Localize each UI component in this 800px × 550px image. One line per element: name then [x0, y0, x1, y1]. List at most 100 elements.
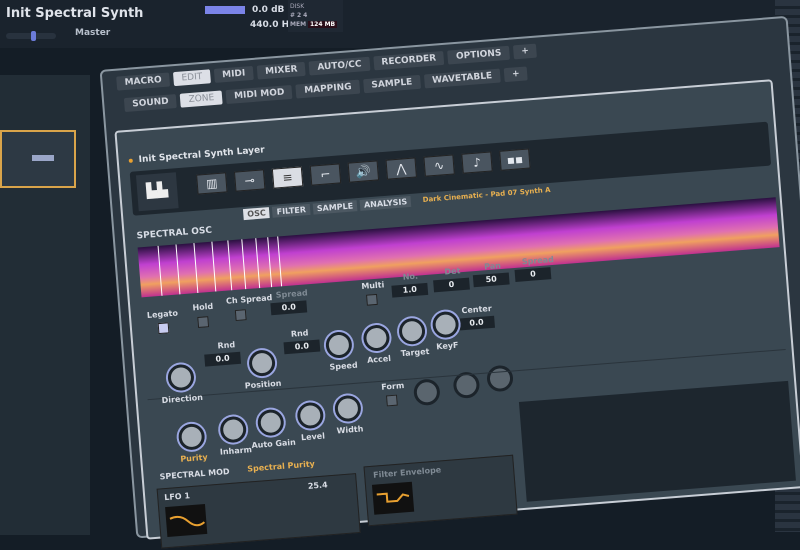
- lfo-module: LFO 1 25.4: [156, 473, 361, 549]
- resource-panel: DISK # 2 4 MEM 124 MB: [288, 0, 343, 32]
- voices-b: 4: [303, 12, 308, 19]
- rnd2-label: Rnd: [290, 328, 309, 339]
- volume-meter[interactable]: [205, 6, 245, 14]
- voices-a: 2: [296, 12, 302, 19]
- filter-icon[interactable]: ⌐: [309, 163, 342, 186]
- editor-frame: MACRO EDIT MIDI MIXER AUTO/CC RECORDER O…: [99, 15, 800, 549]
- tab-osc[interactable]: OSC: [242, 207, 271, 221]
- tab-zone[interactable]: ZONE: [180, 90, 223, 108]
- legato-checkbox[interactable]: [157, 322, 170, 335]
- envelope-name[interactable]: Filter Envelope: [373, 465, 442, 479]
- tab-mapping[interactable]: MAPPING: [295, 79, 361, 99]
- tab-edit[interactable]: EDIT: [173, 69, 211, 87]
- hold-checkbox[interactable]: [197, 316, 210, 329]
- speed-label: Speed: [329, 360, 358, 372]
- legato-label: Legato: [146, 308, 179, 320]
- formant-knob[interactable]: [412, 378, 441, 407]
- speaker-icon[interactable]: 🔊: [347, 160, 380, 183]
- tab-mixer[interactable]: MIXER: [256, 61, 307, 80]
- tab-analysis[interactable]: ANALYSIS: [359, 195, 412, 211]
- direction-label: Direction: [161, 392, 204, 406]
- tab-wavetable[interactable]: WAVETABLE: [423, 68, 501, 89]
- spread-value[interactable]: 0.0: [270, 300, 308, 316]
- envelope-icon[interactable]: ⋀: [385, 157, 417, 180]
- center-value[interactable]: 0.0: [458, 315, 496, 331]
- width-label: Width: [336, 424, 364, 436]
- tab-recorder[interactable]: RECORDER: [372, 50, 445, 71]
- tab-options[interactable]: OPTIONS: [447, 45, 510, 65]
- rnd1-value[interactable]: 0.0: [204, 351, 242, 367]
- tab-auto-cc[interactable]: AUTO/CC: [308, 56, 371, 76]
- tab-midi[interactable]: MIDI: [213, 65, 254, 83]
- tab-filter[interactable]: FILTER: [272, 203, 311, 218]
- lfo-name[interactable]: LFO 1: [164, 491, 190, 502]
- output-label[interactable]: Master: [75, 28, 110, 38]
- empty-slot: [518, 380, 796, 502]
- tab-macro[interactable]: MACRO: [116, 72, 171, 91]
- lfo-amount[interactable]: 25.4: [308, 480, 328, 491]
- master-slider[interactable]: [6, 31, 56, 41]
- target-knob[interactable]: [398, 317, 427, 346]
- inharm-knob[interactable]: [219, 415, 248, 444]
- layer-panel: Init Spectral Synth Layer ▙▙ ▥ ⊸ ≡ ⌐ 🔊 ⋀…: [114, 79, 800, 549]
- voices-label: #: [290, 12, 296, 19]
- rnd2-value[interactable]: 0.0: [283, 339, 321, 355]
- formant-keyf-knob[interactable]: [486, 364, 514, 393]
- section-title: SPECTRAL OSC: [136, 225, 213, 242]
- purity-knob[interactable]: [177, 422, 206, 451]
- add-tab-button[interactable]: +: [512, 43, 538, 60]
- spectral-mod-title: SPECTRAL MOD: [159, 466, 230, 482]
- lfo-icon[interactable]: ∿: [423, 154, 455, 177]
- lfo-waveform: [165, 504, 208, 538]
- pan-label: Pan: [483, 261, 502, 272]
- keyboard-icon[interactable]: ▥: [196, 172, 228, 195]
- tab-midi-mod[interactable]: MIDI MOD: [225, 84, 293, 105]
- keyf-knob[interactable]: [431, 310, 460, 339]
- mem-value: 124 MB: [307, 21, 338, 28]
- tab-osc-sample[interactable]: SAMPLE: [312, 200, 358, 215]
- tab-sample[interactable]: SAMPLE: [362, 74, 421, 94]
- rnd1-label: Rnd: [217, 340, 236, 351]
- spread-label: Spread: [275, 288, 309, 300]
- spectrum-bars-icon[interactable]: ▙▙: [135, 172, 179, 212]
- envelope-module: Filter Envelope: [363, 454, 518, 527]
- level-knob[interactable]: [296, 401, 325, 430]
- pan-value[interactable]: 50: [472, 272, 510, 288]
- selected-instrument[interactable]: [0, 130, 76, 188]
- arp-icon[interactable]: ♪: [461, 151, 493, 174]
- form-checkbox[interactable]: [385, 394, 398, 407]
- ch-spread-checkbox[interactable]: [234, 309, 247, 322]
- purity-label: Purity: [180, 452, 208, 464]
- position-knob[interactable]: [248, 349, 277, 378]
- multi-checkbox[interactable]: [366, 293, 378, 306]
- auto-gain-label: Auto Gain: [251, 437, 297, 451]
- add-subtab-button[interactable]: +: [503, 66, 529, 83]
- tuning-fork-icon[interactable]: ⊸: [233, 169, 266, 192]
- hold-label: Hold: [192, 301, 214, 313]
- multi-label: Multi: [361, 280, 385, 292]
- mem-label: MEM: [290, 21, 307, 28]
- det-label: Det: [444, 266, 461, 277]
- target-label: Target: [400, 346, 430, 359]
- ch-spread-label: Ch Spread: [225, 293, 273, 306]
- envelope-waveform: [371, 481, 415, 515]
- spread2-value[interactable]: 0: [514, 267, 552, 282]
- accel-knob[interactable]: [362, 324, 391, 353]
- disk-label: DISK: [290, 3, 305, 10]
- speed-knob[interactable]: [324, 331, 353, 359]
- fx-icon[interactable]: ▪▪: [499, 148, 531, 171]
- auto-gain-knob[interactable]: [256, 408, 285, 437]
- mod-target[interactable]: Spectral Purity: [247, 459, 315, 473]
- center-label: Center: [461, 303, 493, 316]
- no-value[interactable]: 1.0: [391, 282, 429, 298]
- inharm-label: Inharm: [219, 445, 253, 457]
- width-knob[interactable]: [333, 394, 362, 423]
- keyf-label: KeyF: [435, 340, 459, 352]
- volume-value[interactable]: 0.0 dB: [252, 5, 284, 15]
- det-value[interactable]: 0: [433, 277, 470, 293]
- no-label: No.: [402, 271, 419, 282]
- tab-sound[interactable]: SOUND: [123, 94, 178, 113]
- editor: MACRO EDIT MIDI MIXER AUTO/CC RECORDER O…: [98, 0, 800, 549]
- spectral-icon[interactable]: ≡: [271, 166, 304, 189]
- direction-knob[interactable]: [166, 363, 195, 392]
